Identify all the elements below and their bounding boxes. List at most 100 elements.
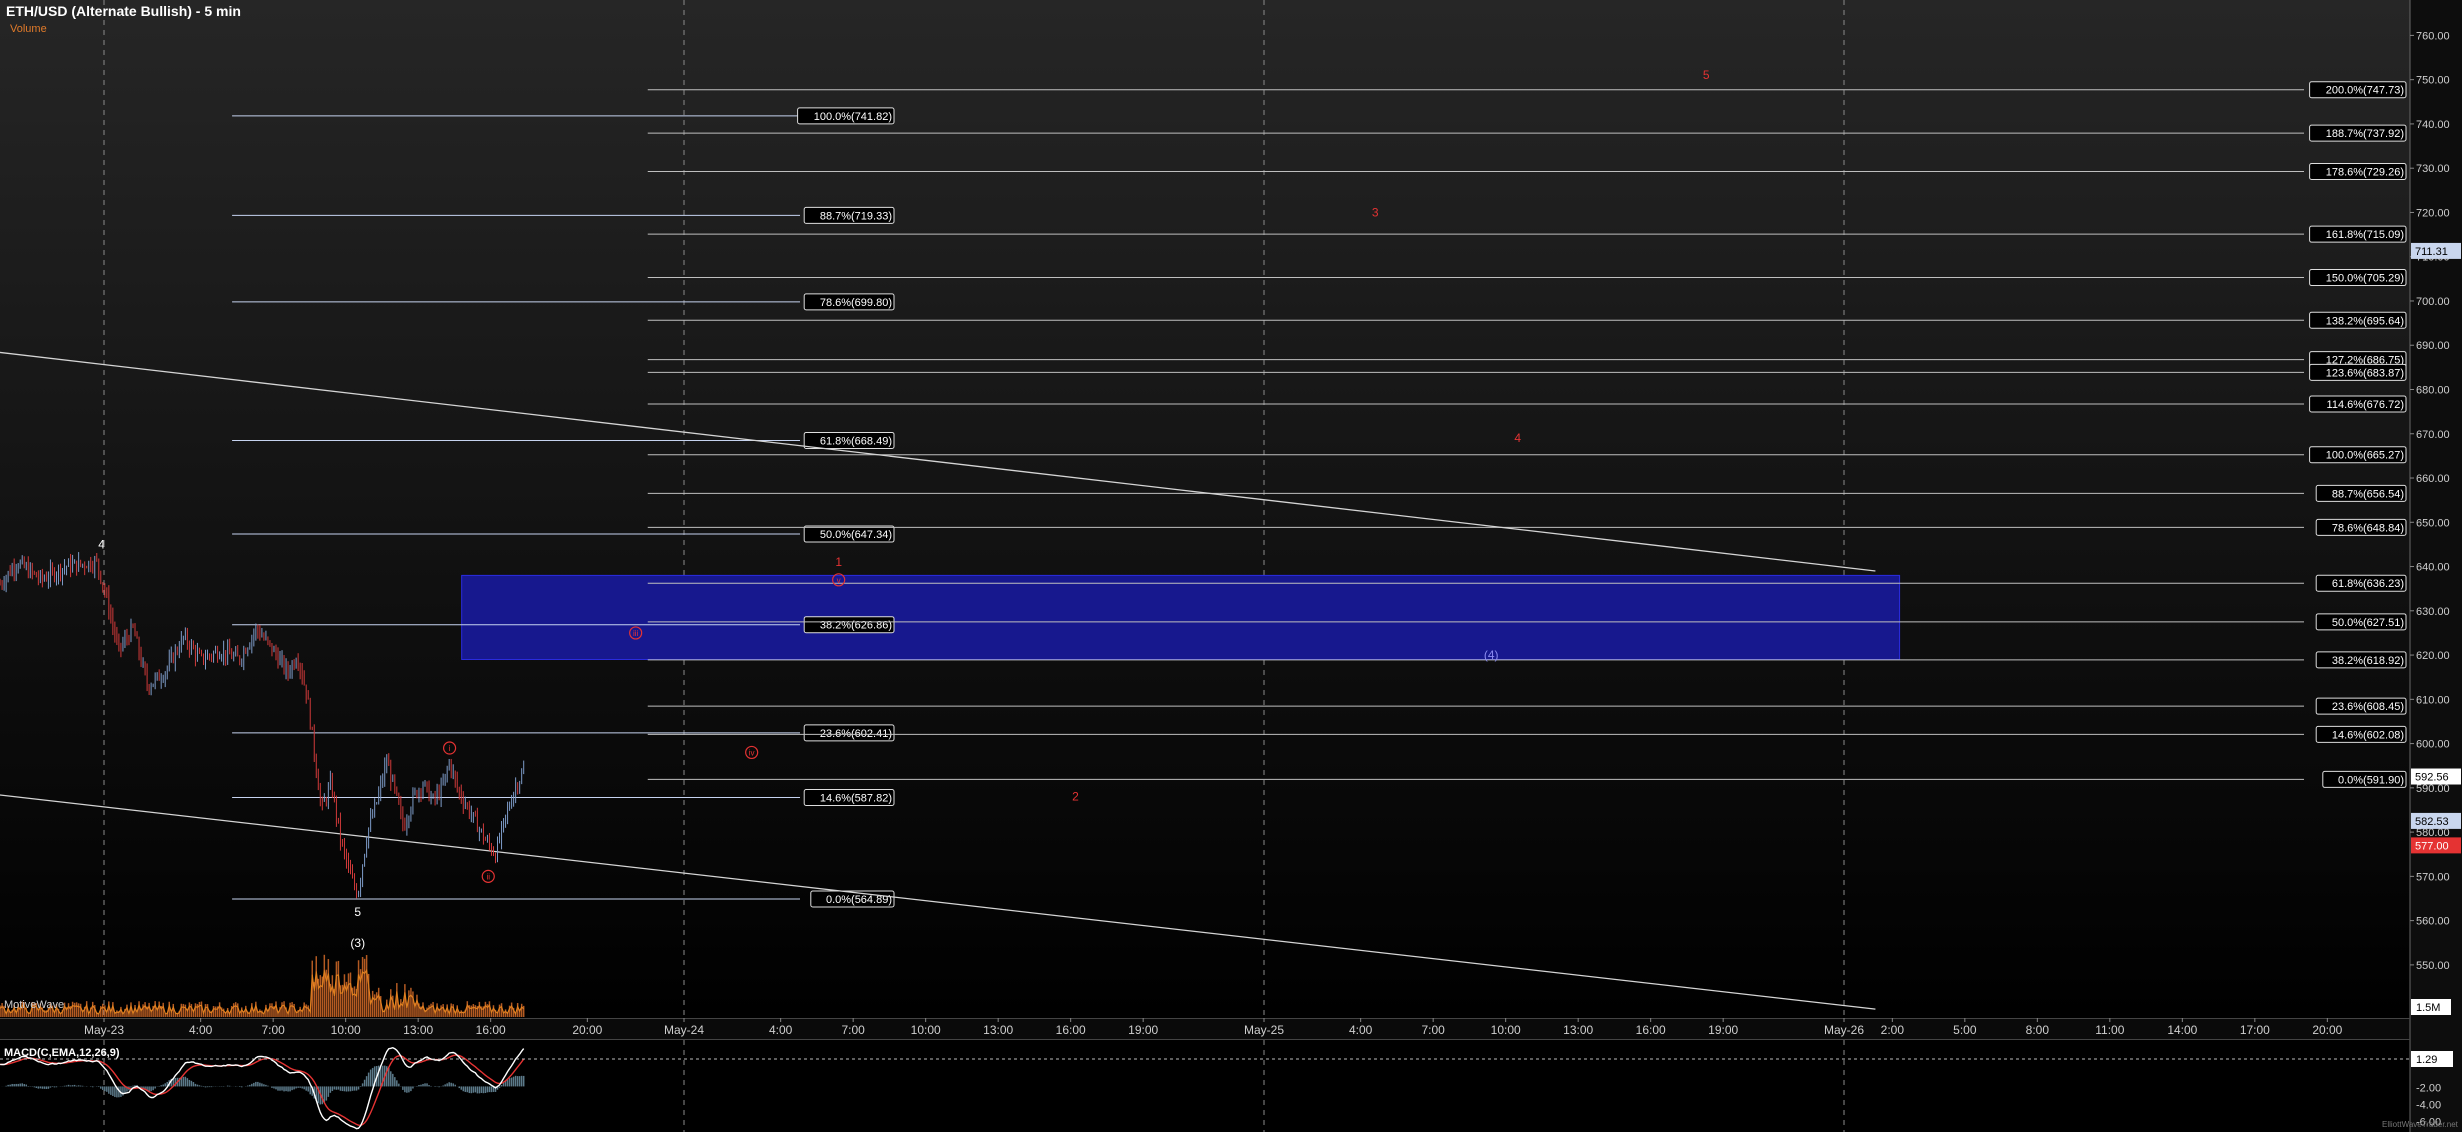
time-axis-label: 7:00 xyxy=(1421,1023,1445,1037)
motivewave-watermark: MotiveWave xyxy=(4,999,65,1011)
wave-circle-label: ii xyxy=(486,872,490,881)
fib-extension-label: 88.7%(656.54) xyxy=(2332,488,2404,500)
price-axis-label: 560.00 xyxy=(2416,916,2450,928)
time-axis-label: 16:00 xyxy=(1056,1023,1086,1037)
time-axis-label: 8:00 xyxy=(2026,1023,2050,1037)
price-axis-label: 680.00 xyxy=(2416,384,2450,396)
price-axis-label: 730.00 xyxy=(2416,163,2450,175)
time-axis-label: 16:00 xyxy=(476,1023,506,1037)
price-axis-label: 630.00 xyxy=(2416,606,2450,618)
fib-extension-label: 161.8%(715.09) xyxy=(2326,229,2404,241)
time-axis-label: 14:00 xyxy=(2167,1023,2197,1037)
fib-extension-label: 138.2%(695.64) xyxy=(2326,315,2404,327)
price-tag-label: 582.53 xyxy=(2415,816,2449,828)
price-axis-label: 690.00 xyxy=(2416,340,2450,352)
time-axis-label: 17:00 xyxy=(2240,1023,2270,1037)
fib-extension-label: 61.8%(636.23) xyxy=(2332,578,2404,590)
wave-circle-label: iv xyxy=(749,748,755,757)
price-tag-label: 711.31 xyxy=(2415,246,2448,258)
price-axis-label: 590.00 xyxy=(2416,783,2450,795)
fib-extension-label: 14.6%(602.08) xyxy=(2332,729,2404,741)
time-axis-label: 10:00 xyxy=(331,1023,361,1037)
fib-extension-label: 0.0%(591.90) xyxy=(2338,774,2404,786)
time-axis-label: 10:00 xyxy=(1491,1023,1521,1037)
wave-label: 3 xyxy=(1372,205,1379,219)
fib-extension-label: 123.6%(683.87) xyxy=(2326,367,2404,379)
wave-circle-label: v xyxy=(837,576,841,585)
time-axis-label: 5:00 xyxy=(1953,1023,1977,1037)
time-axis-label: 20:00 xyxy=(2312,1023,2342,1037)
macd-axis-label: -4.00 xyxy=(2416,1099,2441,1111)
wave-label: 5 xyxy=(1703,68,1710,82)
time-axis-label: 2:00 xyxy=(1881,1023,1905,1037)
volume-legend: Volume xyxy=(10,23,47,35)
volume-axis-label: 1.5M xyxy=(2416,1002,2440,1014)
price-tag-label: 577.00 xyxy=(2415,840,2449,852)
price-tag-label: 592.56 xyxy=(2415,772,2449,784)
fib-extension-label: 38.2%(618.92) xyxy=(2332,655,2404,667)
time-axis-label: 20:00 xyxy=(572,1023,602,1037)
fib-extension-label: 150.0%(705.29) xyxy=(2326,273,2404,285)
time-axis-label: 10:00 xyxy=(911,1023,941,1037)
macd-axis-label: -2.00 xyxy=(2416,1082,2441,1094)
fib-extension-label: 114.6%(676.72) xyxy=(2327,399,2404,411)
time-axis-label: 19:00 xyxy=(1128,1023,1158,1037)
time-axis-label: 7:00 xyxy=(841,1023,865,1037)
fib-level-label: 61.8%(668.49) xyxy=(820,435,892,447)
site-credit: ElliottWaveTrader.net xyxy=(2382,1120,2458,1129)
time-axis-label: 4:00 xyxy=(769,1023,793,1037)
wave-label: (3) xyxy=(350,936,365,950)
fib-level-label: 88.7%(719.33) xyxy=(820,210,892,222)
time-axis-label: 4:00 xyxy=(1349,1023,1373,1037)
time-axis-label: May-24 xyxy=(664,1023,704,1037)
wave-label: 1 xyxy=(835,555,842,569)
time-axis-label: 4:00 xyxy=(189,1023,213,1037)
time-axis-label: 13:00 xyxy=(403,1023,433,1037)
price-axis-label: 740.00 xyxy=(2416,119,2450,131)
price-axis-label: 660.00 xyxy=(2416,473,2450,485)
macd-legend: MACD(C,EMA,12,26,9) xyxy=(4,1047,120,1059)
price-axis-label: 750.00 xyxy=(2416,75,2450,87)
time-axis-label: May-26 xyxy=(1824,1023,1864,1037)
chart-title: ETH/USD (Alternate Bullish) - 5 min xyxy=(6,3,241,19)
time-axis-label: May-25 xyxy=(1244,1023,1284,1037)
price-axis-label: 570.00 xyxy=(2416,871,2450,883)
fib-level-label: 50.0%(647.34) xyxy=(820,529,892,541)
price-axis-label: 760.00 xyxy=(2416,30,2450,42)
price-axis-label: 550.00 xyxy=(2416,960,2450,972)
wave-label: 2 xyxy=(1072,790,1079,804)
fib-extension-label: 50.0%(627.51) xyxy=(2332,617,2404,629)
fib-extension-label: 23.6%(608.45) xyxy=(2332,701,2404,713)
fib-extension-label: 200.0%(747.73) xyxy=(2326,85,2404,97)
time-axis-label: 13:00 xyxy=(1563,1023,1593,1037)
wave-circle-label: i xyxy=(449,744,451,753)
time-axis-label: May-23 xyxy=(84,1023,124,1037)
wave-circle-label: iii xyxy=(633,629,639,638)
time-axis-label: 13:00 xyxy=(983,1023,1013,1037)
price-axis-label: 600.00 xyxy=(2416,739,2450,751)
price-chart[interactable]: 100.0%(741.82) 88.7%(719.33) 78.6%(699.80)… xyxy=(0,0,2462,1132)
fib-extension-label: 78.6%(648.84) xyxy=(2332,522,2404,534)
chart-window: 100.0%(741.82) 88.7%(719.33) 78.6%(699.80)… xyxy=(0,0,2462,1132)
wave-label: (4) xyxy=(1484,648,1499,662)
time-axis-label: 11:00 xyxy=(2095,1023,2124,1037)
price-axis-label: 670.00 xyxy=(2416,429,2450,441)
time-axis-label: 16:00 xyxy=(1636,1023,1666,1037)
price-axis-label: 620.00 xyxy=(2416,650,2450,662)
wave-label: 5 xyxy=(354,905,361,919)
wave-4-target-box xyxy=(461,574,1901,660)
price-axis-label: 610.00 xyxy=(2416,694,2450,706)
time-axis-label: 19:00 xyxy=(1708,1023,1738,1037)
wave-label: 4 xyxy=(1514,431,1521,445)
macd-axis-label: 1.29 xyxy=(2416,1054,2437,1066)
fib-level-label: 100.0%(741.82) xyxy=(814,111,892,123)
fib-extension-label: 188.7%(737.92) xyxy=(2326,128,2404,140)
fib-level-label: 14.6%(587.82) xyxy=(820,792,892,804)
price-axis-label: 700.00 xyxy=(2416,296,2450,308)
price-axis-label: 720.00 xyxy=(2416,207,2450,219)
fib-extension-label: 100.0%(665.27) xyxy=(2326,450,2404,462)
price-axis-label: 640.00 xyxy=(2416,562,2450,574)
wave-label: 4 xyxy=(98,537,105,551)
price-axis-label: 650.00 xyxy=(2416,517,2450,529)
time-axis-label: 7:00 xyxy=(261,1023,285,1037)
